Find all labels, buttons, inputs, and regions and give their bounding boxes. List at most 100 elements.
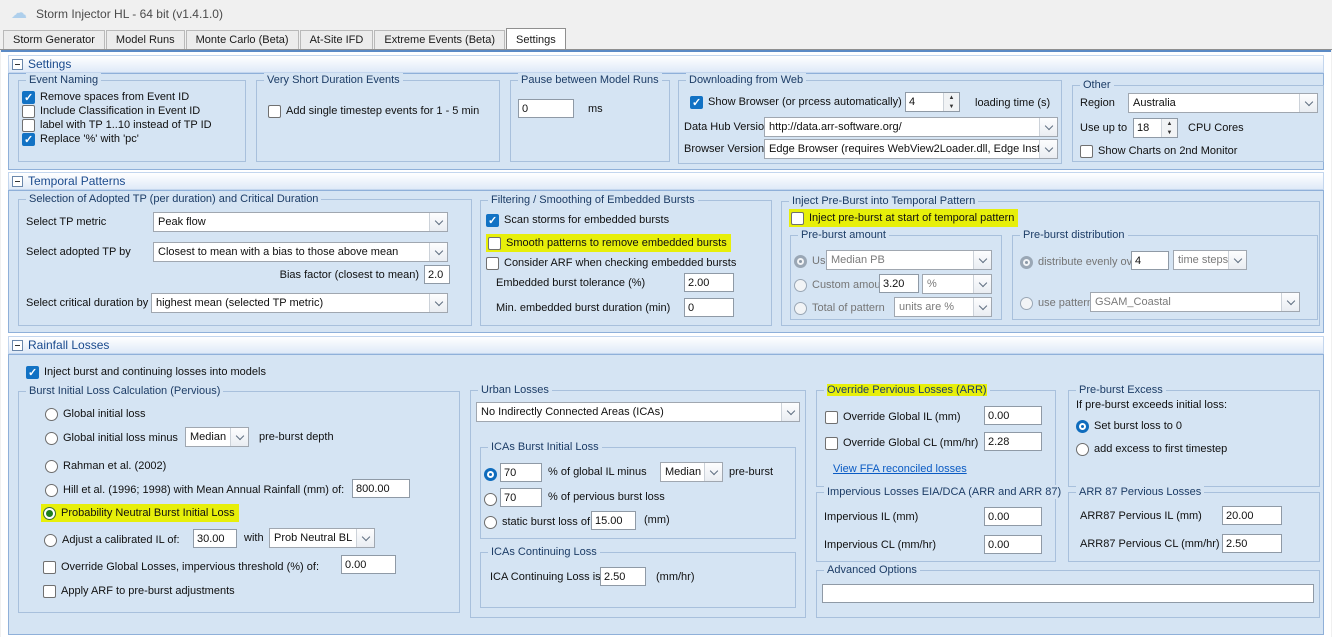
spinner-up-icon[interactable]: ▲ [1162, 119, 1177, 128]
option-smooth-patterns[interactable]: Smooth patterns to remove embedded burst… [486, 234, 731, 252]
checkbox-icon[interactable] [22, 119, 35, 132]
radio-selected-green-icon[interactable] [43, 507, 56, 520]
option-set-burst-loss-0[interactable]: Set burst loss to 0 [1076, 418, 1182, 434]
checkbox-icon[interactable] [825, 437, 838, 450]
radio-icon[interactable] [44, 534, 57, 547]
radio-selected-icon[interactable] [1076, 420, 1089, 433]
dropdown-chevron-icon[interactable] [429, 243, 447, 261]
dropdown-chevron-icon[interactable] [356, 529, 374, 547]
spinner-value[interactable]: 4 [906, 93, 943, 111]
radio-selected-icon[interactable] [484, 468, 497, 481]
override-cl-input[interactable]: 2.28 [984, 432, 1042, 451]
tab-settings[interactable]: Settings [506, 28, 566, 49]
option-override-global-il[interactable]: Override Global IL (mm) [825, 409, 961, 425]
option-hill[interactable]: Hill et al. (1996; 1998) with Mean Annua… [45, 482, 344, 498]
adjust-method-dropdown[interactable]: Prob Neutral BL [269, 528, 375, 548]
option-apply-arf-preburst[interactable]: Apply ARF to pre-burst adjustments [43, 583, 235, 599]
option-probability-neutral[interactable]: Probability Neutral Burst Initial Loss [41, 504, 239, 522]
option-inject-preburst[interactable]: Inject pre-burst at start of temporal pa… [789, 209, 1018, 227]
region-dropdown[interactable]: Australia [1128, 93, 1318, 113]
min-burst-duration-input[interactable]: 0 [684, 298, 734, 317]
option-global-loss-minus[interactable]: Global initial loss minus [45, 430, 178, 446]
option-static-burst-loss[interactable]: static burst loss of [484, 514, 590, 530]
option-rahman[interactable]: Rahman et al. (2002) [45, 458, 166, 474]
option-charts-2nd-monitor[interactable]: Show Charts on 2nd Monitor [1080, 143, 1237, 159]
dropdown-chevron-icon[interactable] [1039, 140, 1057, 158]
dropdown-chevron-icon[interactable] [230, 428, 248, 446]
dropdown-chevron-icon[interactable] [429, 294, 447, 312]
adopted-tp-dropdown[interactable]: Closest to mean with a bias to those abo… [153, 242, 448, 262]
pause-ms-input[interactable]: 0 [518, 99, 574, 118]
urban-losses-dropdown[interactable]: No Indirectly Connected Areas (ICAs) [476, 402, 800, 422]
option-override-global-cl[interactable]: Override Global CL (mm/hr) [825, 435, 978, 451]
spinner-up-icon[interactable]: ▲ [944, 93, 959, 102]
burst-tolerance-input[interactable]: 2.00 [684, 273, 734, 292]
option-override-global-losses[interactable]: Override Global Losses, impervious thres… [43, 559, 319, 575]
checkbox-checked-icon[interactable] [26, 366, 39, 379]
dropdown-chevron-icon[interactable] [1299, 94, 1317, 112]
option-scan-storms[interactable]: Scan storms for embedded bursts [486, 212, 669, 228]
dropdown-chevron-icon[interactable] [704, 463, 722, 481]
checkbox-checked-icon[interactable] [22, 91, 35, 104]
tp-metric-dropdown[interactable]: Peak flow [153, 212, 448, 232]
impervious-il-input[interactable]: 0.00 [984, 507, 1042, 526]
checkbox-icon[interactable] [1080, 145, 1093, 158]
tab-at-site-ifd[interactable]: At-Site IFD [300, 30, 374, 49]
settings-section-header[interactable]: Settings [8, 55, 1324, 73]
data-hub-dropdown[interactable]: http://data.arr-software.org/ [764, 117, 1058, 137]
pct-global-il-input[interactable]: 70 [500, 463, 542, 482]
option-global-initial-loss[interactable]: Global initial loss [45, 406, 146, 422]
radio-icon[interactable] [484, 516, 497, 529]
radio-icon[interactable] [45, 432, 58, 445]
tab-model-runs[interactable]: Model Runs [106, 30, 185, 49]
arr87-cl-input[interactable]: 2.50 [1222, 534, 1282, 553]
rainfall-section-header[interactable]: Rainfall Losses [8, 336, 1324, 354]
arr87-il-input[interactable]: 20.00 [1222, 506, 1282, 525]
checkbox-checked-icon[interactable] [690, 96, 703, 109]
impervious-threshold-input[interactable]: 0.00 [341, 555, 396, 574]
radio-icon[interactable] [45, 460, 58, 473]
checkbox-icon[interactable] [22, 105, 35, 118]
impervious-cl-input[interactable]: 0.00 [984, 535, 1042, 554]
checkbox-icon[interactable] [486, 257, 499, 270]
static-burst-loss-input[interactable]: 15.00 [591, 511, 636, 530]
checkbox-icon[interactable] [268, 105, 281, 118]
checkbox-icon[interactable] [791, 212, 804, 225]
dropdown-chevron-icon[interactable] [1039, 118, 1057, 136]
mean-annual-rainfall-input[interactable]: 800.00 [352, 479, 410, 498]
calibrated-il-input[interactable]: 30.00 [193, 529, 237, 548]
ica-continuing-loss-input[interactable]: 2.50 [600, 567, 646, 586]
spinner-down-icon[interactable]: ▼ [944, 102, 959, 111]
pct-pervious-input[interactable]: 70 [500, 488, 542, 507]
radio-icon[interactable] [484, 493, 497, 506]
option-consider-arf[interactable]: Consider ARF when checking embedded burs… [486, 255, 736, 271]
option-pct-pervious[interactable] [484, 491, 497, 507]
cpu-cores-spinner[interactable]: 18 ▲▼ [1133, 118, 1178, 138]
preburst-depth-dropdown[interactable]: Median [185, 427, 249, 447]
option-show-browser[interactable]: Show Browser (or prcess automatically) [690, 94, 902, 110]
checkbox-icon[interactable] [488, 237, 501, 250]
ffa-reconciled-losses-link[interactable]: View FFA reconciled losses [833, 463, 967, 475]
option-add-excess-first-timestep[interactable]: add excess to first timestep [1076, 441, 1227, 457]
collapse-icon[interactable] [12, 340, 23, 351]
override-il-input[interactable]: 0.00 [984, 406, 1042, 425]
checkbox-icon[interactable] [43, 585, 56, 598]
option-add-single-timestep[interactable]: Add single timestep events for 1 - 5 min [268, 103, 479, 119]
option-inject-losses[interactable]: Inject burst and continuing losses into … [26, 364, 266, 380]
radio-icon[interactable] [1076, 443, 1089, 456]
dropdown-chevron-icon[interactable] [429, 213, 447, 231]
option-pct-global-il[interactable] [484, 466, 497, 482]
icas-median-dropdown[interactable]: Median [660, 462, 723, 482]
browser-version-dropdown[interactable]: Edge Browser (requires WebView2Loader.dl… [764, 139, 1058, 159]
checkbox-checked-icon[interactable] [486, 214, 499, 227]
spinner-value[interactable]: 18 [1134, 119, 1161, 137]
tab-extreme-events[interactable]: Extreme Events (Beta) [374, 30, 505, 49]
temporal-section-header[interactable]: Temporal Patterns [8, 172, 1324, 190]
dropdown-chevron-icon[interactable] [781, 403, 799, 421]
checkbox-icon[interactable] [43, 561, 56, 574]
advanced-options-input[interactable] [822, 584, 1314, 603]
checkbox-checked-icon[interactable] [22, 133, 35, 146]
option-replace-percent[interactable]: Replace '%' with 'pc' [22, 131, 139, 147]
loading-time-spinner[interactable]: 4 ▲▼ [905, 92, 960, 112]
checkbox-icon[interactable] [825, 411, 838, 424]
